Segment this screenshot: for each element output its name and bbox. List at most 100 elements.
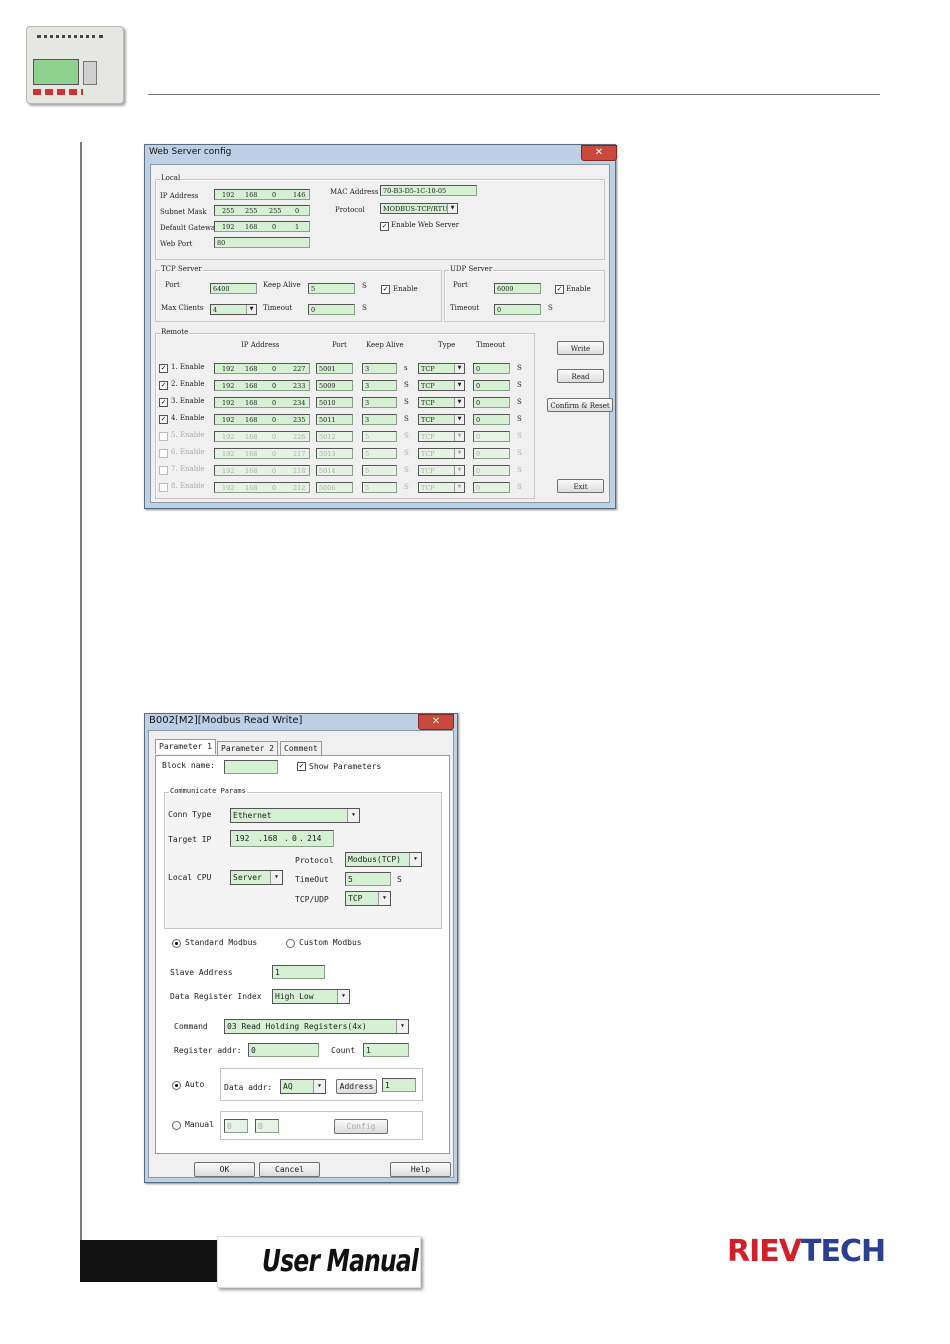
tab-comment[interactable]: Comment [280, 741, 322, 756]
protocol-select[interactable]: Modbus(TCP) ▼ [345, 852, 422, 867]
block-name-input[interactable] [224, 760, 278, 774]
local-cpu-select[interactable]: Server ▼ [230, 870, 283, 885]
count-input[interactable]: 1 [363, 1043, 409, 1057]
remote-port-field[interactable]: 5013 [316, 448, 353, 459]
mac-address-field[interactable]: 70-B3-D5-1C-10-05 [380, 185, 477, 196]
ip-address-field[interactable]: 192 168 0 146 [214, 189, 310, 200]
confirm-reset-button[interactable]: Confirm & Reset [547, 398, 613, 412]
remote-enable-checkbox[interactable] [159, 466, 168, 475]
read-button[interactable]: Read [557, 369, 604, 383]
close-icon[interactable]: ✕ [581, 145, 617, 161]
remote-keep-alive-field[interactable]: 5 [362, 465, 397, 476]
remote-type-select[interactable]: TCP ▼ [418, 363, 465, 374]
remote-type-select[interactable]: TCP ▼ [418, 465, 465, 476]
standard-modbus-radio[interactable] [172, 939, 181, 948]
remote-ip-field[interactable]: 192 168 0 233 [214, 380, 310, 391]
custom-modbus-radio[interactable] [286, 939, 295, 948]
max-clients-select[interactable]: 4 ▼ [210, 304, 257, 315]
remote-ip-field[interactable]: 192 168 0 226 [214, 431, 310, 442]
tcp-port-field[interactable]: 6400 [210, 283, 257, 294]
remote-port-field[interactable]: 5009 [316, 380, 353, 391]
remote-timeout-field[interactable]: 0 [473, 414, 510, 425]
remote-port-field[interactable]: 5010 [316, 397, 353, 408]
remote-enable-checkbox[interactable] [159, 483, 168, 492]
remote-ip-field[interactable]: 192 168 0 227 [214, 363, 310, 374]
remote-keep-alive-field[interactable]: 3 [362, 397, 397, 408]
ok-button[interactable]: OK [194, 1162, 255, 1177]
remote-enable-checkbox[interactable]: ✓ [159, 415, 168, 424]
slave-address-input[interactable]: 1 [272, 965, 325, 979]
default-gateway-field[interactable]: 192 168 0 1 [214, 221, 310, 232]
exit-button[interactable]: Exit [557, 479, 604, 493]
remote-enable-checkbox[interactable] [159, 432, 168, 441]
remote-timeout-field[interactable]: 0 [473, 380, 510, 391]
remote-port-field[interactable]: 5011 [316, 414, 353, 425]
remote-port-field[interactable]: 5012 [316, 431, 353, 442]
cancel-button[interactable]: Cancel [259, 1162, 320, 1177]
udp-enable-checkbox[interactable]: ✓ [555, 285, 564, 294]
remote-type-select[interactable]: TCP ▼ [418, 414, 465, 425]
tab-parameter-2[interactable]: Parameter 2 [217, 741, 278, 756]
remote-keep-alive-field[interactable]: 3 [362, 380, 397, 391]
help-button[interactable]: Help [390, 1162, 451, 1177]
show-parameters-checkbox[interactable]: ✓ [297, 762, 306, 771]
protocol-select[interactable]: MODBUS-TCP/RTU ▼ [380, 203, 458, 214]
tcp-enable-checkbox[interactable]: ✓ [381, 285, 390, 294]
udp-timeout-field[interactable]: 0 [494, 304, 541, 315]
address-value-input[interactable]: 1 [382, 1078, 416, 1092]
remote-enable-checkbox[interactable]: ✓ [159, 364, 168, 373]
target-ip-field[interactable]: 192. 168. 0. 214 [230, 830, 334, 847]
config-button[interactable]: Config [334, 1119, 388, 1134]
write-button[interactable]: Write [557, 341, 604, 355]
udp-port-field[interactable]: 6009 [494, 283, 541, 294]
remote-timeout-field[interactable]: 0 [473, 448, 510, 459]
manual-input-1[interactable]: 0 [224, 1119, 248, 1133]
data-addr-select[interactable]: AQ ▼ [280, 1079, 326, 1094]
conn-type-select[interactable]: Ethernet ▼ [230, 808, 360, 823]
remote-ip-field[interactable]: 192 168 0 217 [214, 448, 310, 459]
remote-port-field[interactable]: 5006 [316, 482, 353, 493]
manual-radio[interactable] [172, 1121, 181, 1130]
auto-radio[interactable] [172, 1081, 181, 1090]
remote-ip-field[interactable]: 192 168 0 212 [214, 482, 310, 493]
remote-keep-alive-field[interactable]: 5 [362, 482, 397, 493]
remote-timeout-field[interactable]: 0 [473, 363, 510, 374]
remote-type-select[interactable]: TCP ▼ [418, 448, 465, 459]
remote-enable-checkbox[interactable] [159, 449, 168, 458]
remote-port-field[interactable]: 5014 [316, 465, 353, 476]
remote-enable-checkbox[interactable]: ✓ [159, 398, 168, 407]
command-select[interactable]: 03 Read Holding Registers(4x) ▼ [224, 1019, 409, 1034]
remote-keep-alive-field[interactable]: 5 [362, 431, 397, 442]
remote-type-select[interactable]: TCP ▼ [418, 482, 465, 493]
register-addr-input[interactable]: 0 [248, 1043, 319, 1057]
remote-timeout-field[interactable]: 0 [473, 465, 510, 476]
seconds-unit: S [404, 483, 409, 491]
remote-type-select[interactable]: TCP ▼ [418, 431, 465, 442]
register-addr-label: Register addr: [174, 1046, 242, 1055]
remote-timeout-field[interactable]: 0 [473, 397, 510, 408]
data-register-index-select[interactable]: High Low ▼ [272, 989, 350, 1004]
remote-type-select[interactable]: TCP ▼ [418, 397, 465, 408]
enable-web-server-checkbox[interactable]: ✓ [380, 222, 389, 231]
address-button[interactable]: Address [336, 1079, 377, 1094]
remote-keep-alive-field[interactable]: 3 [362, 414, 397, 425]
remote-ip-field[interactable]: 192 168 0 234 [214, 397, 310, 408]
manual-input-2[interactable]: 0 [255, 1119, 279, 1133]
tab-parameter-1[interactable]: Parameter 1 [155, 739, 216, 754]
remote-type-select[interactable]: TCP ▼ [418, 380, 465, 391]
tcp-timeout-field[interactable]: 0 [308, 304, 355, 315]
remote-timeout-field[interactable]: 0 [473, 482, 510, 493]
remote-ip-field[interactable]: 192 168 0 235 [214, 414, 310, 425]
close-icon[interactable]: ✕ [418, 714, 454, 730]
timeout-input[interactable]: 5 [345, 872, 391, 886]
web-port-field[interactable]: 80 [214, 237, 310, 248]
subnet-mask-field[interactable]: 255 255 255 0 [214, 205, 310, 216]
tcp-udp-select[interactable]: TCP ▼ [345, 891, 391, 906]
remote-ip-field[interactable]: 192 168 0 218 [214, 465, 310, 476]
remote-enable-checkbox[interactable]: ✓ [159, 381, 168, 390]
remote-keep-alive-field[interactable]: 5 [362, 448, 397, 459]
remote-port-field[interactable]: 5001 [316, 363, 353, 374]
remote-keep-alive-field[interactable]: 3 [362, 363, 397, 374]
remote-timeout-field[interactable]: 0 [473, 431, 510, 442]
keep-alive-field[interactable]: 5 [308, 283, 355, 294]
